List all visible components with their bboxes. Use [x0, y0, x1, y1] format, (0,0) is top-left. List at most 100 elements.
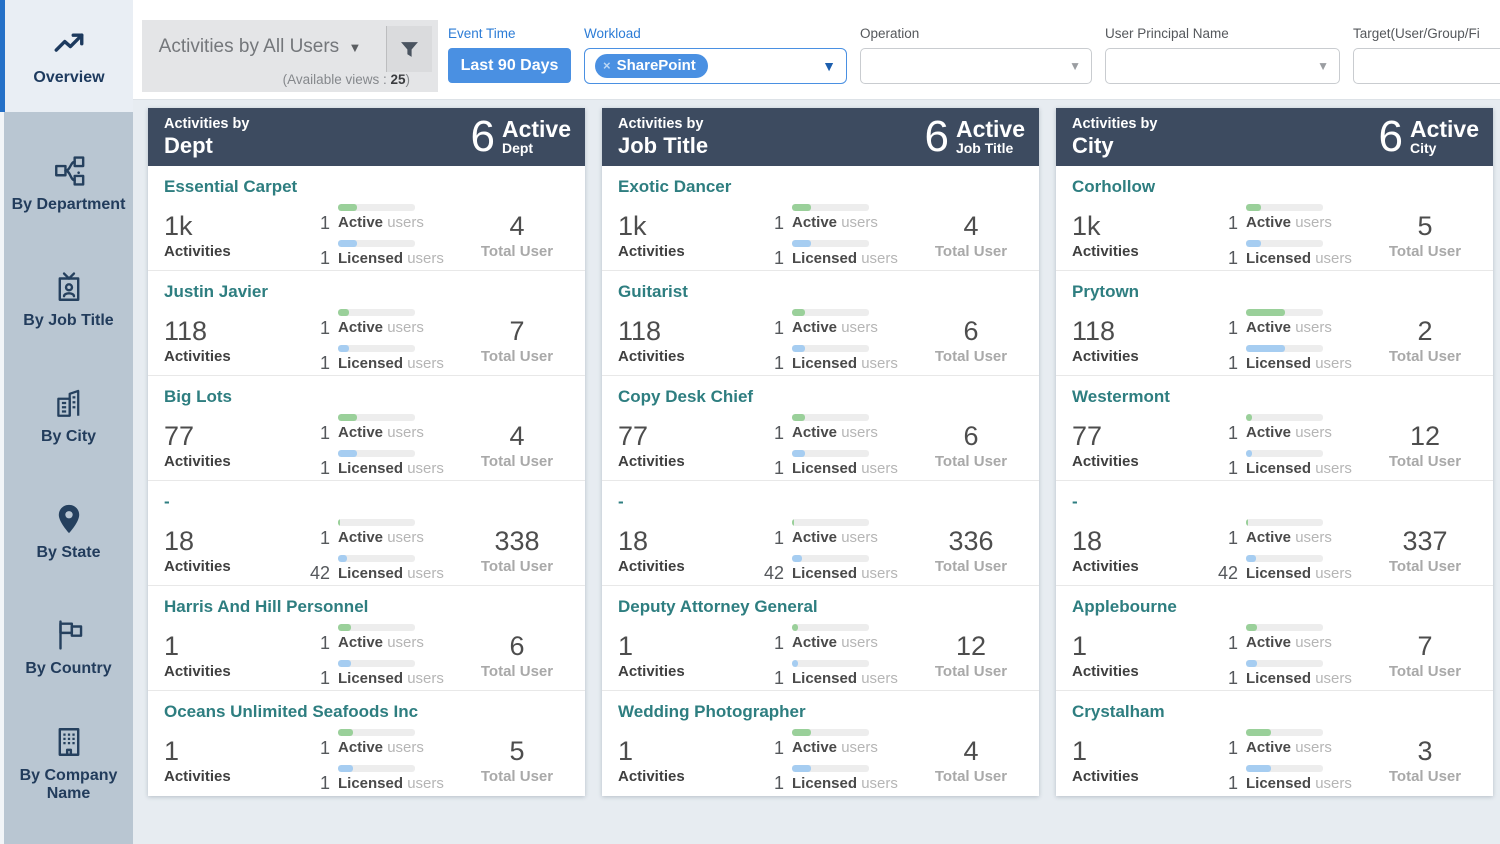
total-users-stat: 5 Total User — [463, 736, 571, 785]
activities-stat: 1 Activities — [164, 631, 290, 680]
total-users-label: Total User — [934, 453, 1008, 471]
event-time-button[interactable]: Last 90 Days — [448, 48, 571, 83]
licensed-users-count: 1 — [1227, 668, 1238, 689]
licensed-users-count: 1 — [1227, 458, 1238, 479]
workload-select[interactable]: × SharePoint ▼ — [584, 48, 847, 84]
country-icon — [58, 620, 82, 650]
group-title-link[interactable]: Prytown — [1072, 282, 1479, 302]
group-row: Wedding Photographer 1 Activities 1 Acti… — [602, 691, 1039, 796]
group-stats: 118 Activities 1 Active users 1 Licensed… — [1072, 309, 1479, 372]
users-stats: 1 Active users 42 Licensed users — [1198, 519, 1371, 582]
panel-header: Activities by City 6 Active City — [1056, 108, 1493, 166]
total-users-label: Total User — [480, 243, 554, 261]
group-title-link[interactable]: Corhollow — [1072, 177, 1479, 197]
licensed-users-line: 1 Licensed users — [290, 659, 463, 689]
group-row: - 18 Activities 1 Active users 42 Licens… — [602, 481, 1039, 586]
sidebar-item-by-job-title[interactable]: By Job Title — [4, 242, 133, 358]
chip-remove-icon[interactable]: × — [603, 58, 611, 73]
active-users-bar — [338, 204, 415, 212]
workload-label: Workload — [584, 26, 641, 41]
users-stats: 1 Active users 1 Licensed users — [744, 729, 917, 792]
content: Activities by Dept 6 Active Dept Essenti… — [133, 100, 1500, 844]
group-stats: 1 Activities 1 Active users 1 Licensed u… — [1072, 624, 1479, 687]
group-title-link[interactable]: Westermont — [1072, 387, 1479, 407]
view-selector-dropdown[interactable]: Activities by All Users ▼ — [142, 36, 378, 58]
group-title-link[interactable]: Big Lots — [164, 387, 571, 407]
group-title-link[interactable]: - — [164, 492, 571, 512]
panel: Activities by City 6 Active City Corholl… — [1056, 108, 1493, 796]
licensed-users-bar — [338, 449, 415, 457]
activities-count: 1k — [618, 211, 647, 242]
panel-body: Corhollow 1k Activities 1 Active users 1 — [1056, 166, 1493, 796]
active-users-line: 1 Active users — [744, 414, 917, 442]
sidebar-item-by-company-name[interactable]: By Company Name — [4, 706, 133, 822]
group-title-link[interactable]: Guitarist — [618, 282, 1025, 302]
total-users-stat: 4 Total User — [917, 736, 1025, 785]
sidebar-item-label: By State — [36, 543, 101, 561]
group-row: - 18 Activities 1 Active users 42 Licens… — [1056, 481, 1493, 586]
panel-title: Dept — [164, 133, 213, 159]
total-users-label: Total User — [934, 663, 1008, 681]
group-title-link[interactable]: Oceans Unlimited Seafoods Inc — [164, 702, 571, 722]
group-title-link[interactable]: - — [618, 492, 1025, 512]
activities-stat: 18 Activities — [1072, 526, 1198, 575]
group-row: Exotic Dancer 1k Activities 1 Active use… — [602, 166, 1039, 271]
total-users-stat: 3 Total User — [1371, 736, 1479, 785]
filter-event-time: Event Time Last 90 Days — [448, 26, 571, 84]
group-title-link[interactable]: Exotic Dancer — [618, 177, 1025, 197]
group-title-link[interactable]: Copy Desk Chief — [618, 387, 1025, 407]
company-icon — [58, 727, 79, 756]
active-users-bar — [338, 309, 415, 317]
activities-stat: 1 Activities — [618, 736, 744, 785]
active-users-count: 1 — [1227, 422, 1238, 443]
group-title-link[interactable]: Harris And Hill Personnel — [164, 597, 571, 617]
group-title-link[interactable]: Justin Javier — [164, 282, 571, 302]
total-users-label: Total User — [1388, 558, 1462, 576]
sidebar-item-by-state[interactable]: By State — [4, 474, 133, 590]
user-principal-name-select[interactable]: ▼ — [1105, 48, 1340, 84]
activities-stat: 77 Activities — [1072, 421, 1198, 470]
licensed-users-label: Licensed — [792, 774, 858, 792]
sidebar-item-by-city[interactable]: By City — [4, 358, 133, 474]
filter-button[interactable] — [386, 26, 432, 72]
sidebar-item-by-country[interactable]: By Country — [4, 590, 133, 706]
sidebar-item-by-department[interactable]: By Department — [4, 126, 133, 242]
group-title-link[interactable]: Crystalham — [1072, 702, 1479, 722]
total-users-stat: 6 Total User — [463, 631, 571, 680]
activities-stat: 1k Activities — [1072, 211, 1198, 260]
group-row: - 18 Activities 1 Active users 42 Licens… — [148, 481, 585, 586]
total-users-label: Total User — [1388, 453, 1462, 471]
main-area: Activities by All Users ▼ (Available vie… — [133, 0, 1500, 844]
sidebar-item-overview[interactable]: Overview — [0, 0, 133, 112]
sidebar-item-label: By Job Title — [23, 311, 114, 329]
activities-label: Activities — [1072, 558, 1139, 576]
activities-count: 77 — [618, 421, 649, 452]
activities-stat: 1k Activities — [164, 211, 290, 260]
active-users-label: Active — [792, 739, 838, 757]
total-users-stat: 338 Total User — [463, 526, 571, 575]
filters-bar: Event Time Last 90 Days Workload × Share… — [448, 26, 1500, 84]
active-users-line: 1 Active users — [744, 729, 917, 757]
active-users-label: Active — [1246, 424, 1292, 442]
group-title-link[interactable]: Applebourne — [1072, 597, 1479, 617]
total-users-label: Total User — [1388, 243, 1462, 261]
group-title-link[interactable]: - — [1072, 492, 1479, 512]
total-users-stat: 7 Total User — [1371, 631, 1479, 680]
operation-select[interactable]: ▼ — [860, 48, 1092, 84]
total-users-stat: 4 Total User — [463, 211, 571, 260]
group-stats: 1k Activities 1 Active users 1 Licensed … — [164, 204, 571, 267]
active-users-line: 1 Active users — [1198, 414, 1371, 442]
group-title-link[interactable]: Wedding Photographer — [618, 702, 1025, 722]
total-users-count: 6 — [963, 316, 979, 347]
target-input[interactable] — [1353, 48, 1500, 84]
total-users-count: 4 — [963, 736, 979, 767]
group-title-link[interactable]: Deputy Attorney General — [618, 597, 1025, 617]
group-stats: 1 Activities 1 Active users 1 Licensed u… — [164, 624, 571, 687]
activities-count: 1k — [1072, 211, 1101, 242]
licensed-users-label: Licensed — [1246, 669, 1312, 687]
licensed-users-count: 1 — [319, 668, 330, 689]
filter-workload: Workload × SharePoint ▼ — [584, 26, 847, 84]
group-title-link[interactable]: Essential Carpet — [164, 177, 571, 197]
licensed-users-line: 1 Licensed users — [744, 764, 917, 792]
activities-label: Activities — [1072, 348, 1139, 366]
